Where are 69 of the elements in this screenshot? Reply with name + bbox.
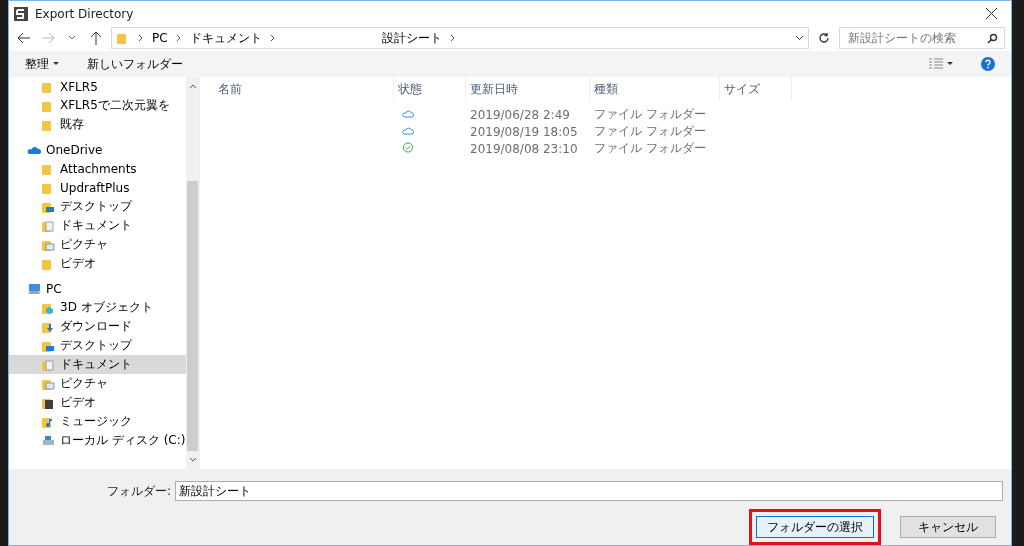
chevron-icon [269, 34, 276, 42]
type-cell-text: ファイル フォルダー [593, 123, 707, 140]
breadcrumb-item[interactable]: ドキュメント [189, 29, 262, 47]
chevron-icon [449, 34, 456, 42]
chevron-icon [175, 34, 182, 42]
caret-icon [53, 62, 59, 66]
sidebar-item[interactable]: 3D オブジェクト [9, 298, 186, 317]
back-arrow-icon [17, 32, 31, 44]
scroll-down-icon[interactable] [188, 457, 197, 463]
drive-icon [41, 433, 55, 448]
cancel-button[interactable]: キャンセル [900, 516, 996, 538]
sidebar-item[interactable]: ドキュメント [9, 355, 186, 374]
close-icon [985, 8, 997, 19]
cloud-icon [402, 124, 414, 136]
sidebar-item[interactable]: XFLR5で二次元翼を [9, 96, 186, 115]
chevron-down-icon [68, 35, 76, 41]
column-header[interactable]: 種類 [590, 77, 720, 101]
breadcrumb-item[interactable]: 設計シート [381, 29, 442, 47]
details-view-icon [929, 58, 943, 70]
date-cell-text: 2019/08/08 23:10 [469, 141, 579, 156]
folder-name-field[interactable]: 新設計シート [175, 481, 1003, 501]
column-header[interactable]: 状態 [394, 77, 466, 101]
sidebar-item[interactable]: ビデオ [9, 254, 186, 273]
sidebar-item[interactable]: UpdraftPlus [9, 178, 186, 197]
sidebar-item[interactable]: ドキュメント [9, 216, 186, 235]
select-folder-button[interactable]: フォルダーの選択 [756, 516, 874, 538]
caret-icon [947, 62, 953, 66]
document-folder-icon [41, 357, 55, 372]
type-cell-text: ファイル フォルダー [593, 106, 707, 123]
type-cell-text: ファイル フォルダー [593, 140, 707, 157]
cloud-icon [402, 107, 414, 119]
chevron-icon [138, 34, 144, 42]
sidebar-item[interactable]: ビデオ [9, 393, 186, 412]
sidebar-item[interactable]: ピクチャ [9, 374, 186, 393]
search-field[interactable]: 新設計シートの検索 [839, 27, 1005, 49]
up-arrow-icon [90, 31, 102, 45]
sidebar-item[interactable]: Attachments [9, 159, 186, 178]
refresh-icon [818, 32, 830, 44]
sidebar-item[interactable]: OneDrive [9, 140, 186, 159]
sidebar-item[interactable]: デスクトップ [9, 336, 186, 355]
date-cell-text: 2019/06/28 2:49 [469, 107, 571, 122]
column-header[interactable]: 更新日時 [466, 77, 590, 101]
organize-menu[interactable]: 整理 [21, 53, 63, 75]
breadcrumb-item[interactable]: PC [152, 31, 168, 45]
column-header[interactable]: 名前 [214, 77, 394, 101]
sidebar-item[interactable]: ミュージック [9, 412, 186, 431]
sidebar-item[interactable]: ダウンロード [9, 317, 186, 336]
sidebar-item[interactable]: 既存 [9, 115, 186, 134]
scrollbar[interactable] [186, 77, 199, 469]
new-folder-button[interactable]: 新しいフォルダー [83, 53, 187, 75]
scroll-up-icon[interactable] [188, 83, 197, 89]
forward-arrow-icon [41, 32, 55, 44]
app-icon [13, 5, 29, 22]
sidebar-item[interactable]: XFLR5 [9, 77, 186, 96]
dropdown-icon[interactable] [795, 35, 804, 41]
folder-label: フォルダー: [107, 482, 172, 500]
sidebar-item[interactable]: デスクトップ [9, 197, 186, 216]
computer-icon [27, 281, 41, 296]
sidebar-item[interactable]: PC [9, 279, 186, 298]
address-bar[interactable]: PC ドキュメント 設計シート [111, 27, 809, 49]
check-circle-icon [402, 141, 414, 153]
help-icon [981, 57, 995, 71]
window-title: Export Directory [35, 6, 134, 21]
sidebar-item[interactable]: ピクチャ [9, 235, 186, 254]
column-header[interactable]: サイズ [720, 77, 792, 101]
document-folder-icon [41, 218, 55, 233]
date-cell-text: 2019/08/19 18:05 [469, 124, 579, 139]
sidebar-item[interactable]: ローカル ディスク (C:) [9, 431, 186, 450]
search-icon [987, 32, 998, 44]
